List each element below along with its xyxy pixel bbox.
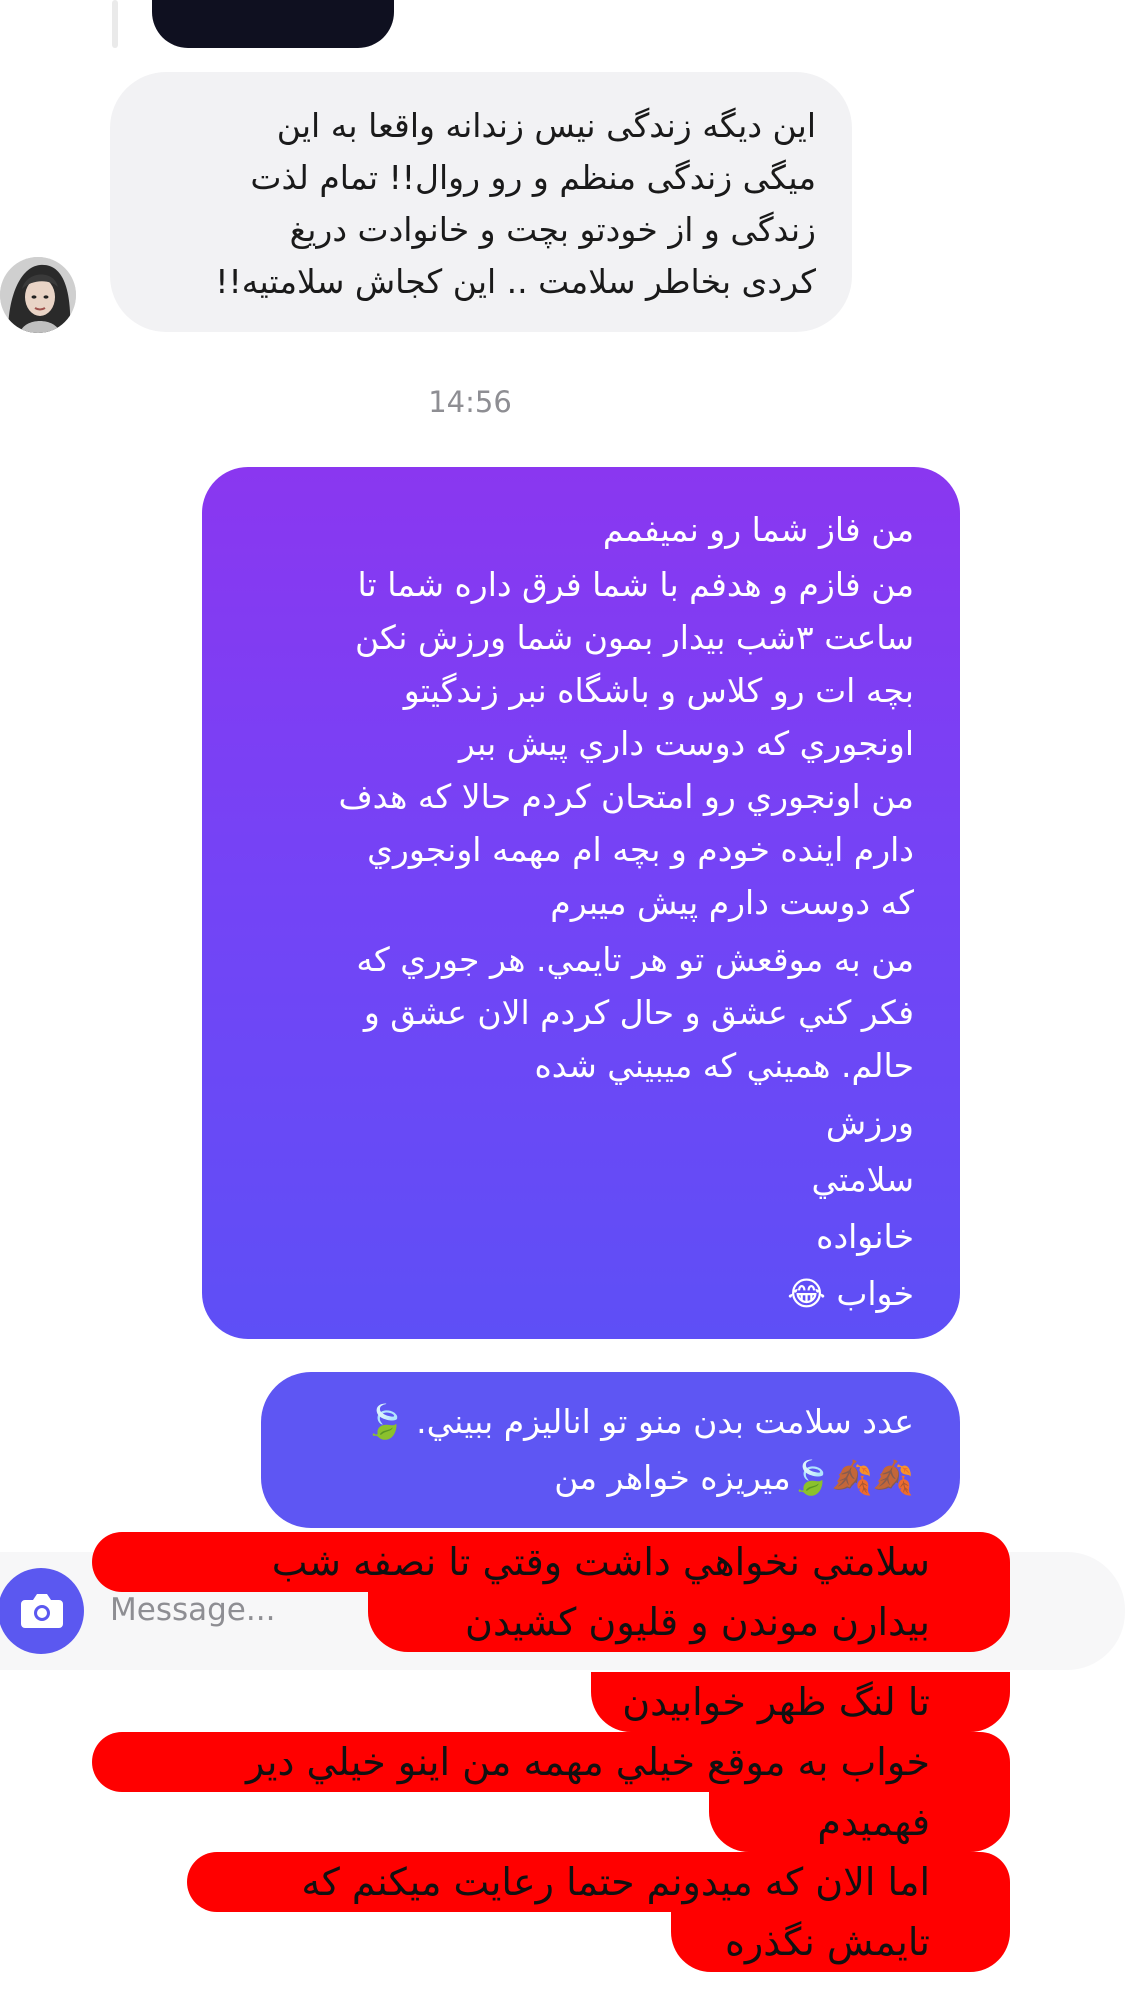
message-paragraph: من به موقعش تو هر تايمي. هر جوري كه فكر … — [356, 940, 914, 1085]
sender-avatar[interactable] — [0, 257, 76, 333]
camera-icon — [21, 1594, 63, 1628]
message-timestamp: 14:56 — [428, 385, 512, 419]
message-list-item: سلامتي — [811, 1160, 914, 1199]
message-paragraph: من فازم و هدفم با شما فرق داره شما تا سا… — [338, 565, 914, 922]
message-list-item: خواب 😂 — [787, 1274, 914, 1313]
red-overlay-line: اما الان كه ميدونم حتما رعايت ميكنم كه — [187, 1852, 1010, 1912]
message-list-item: خانواده — [816, 1217, 914, 1256]
chat-screen: این دیگه زندگی نیس زندانه واقعا به این م… — [0, 0, 1125, 2000]
red-overlay-line: تايمش نگذره — [671, 1912, 1010, 1972]
red-overlay-line: سلامتي نخواهي داشت وقتي تا نصفه شب — [92, 1532, 1010, 1592]
incoming-message-bubble[interactable]: این دیگه زندگی نیس زندانه واقعا به این م… — [110, 72, 852, 332]
message-list-item: ورزش — [825, 1103, 914, 1142]
red-overlay-line: تا لنگ ظهر خوابيدن — [591, 1672, 1010, 1732]
outgoing-message-bubble[interactable]: من فاز شما رو نميفمم من فازم و هدفم با ش… — [202, 467, 960, 1339]
red-overlay-line: خواب به موقع خيلي مهمه من اينو خيلي دير — [92, 1732, 1010, 1792]
red-overlay-line: فهميدم — [709, 1792, 1010, 1852]
outgoing-message-bubble[interactable]: عدد سلامت بدن منو تو اناليزم ببيني. 🍃 🍂🍂… — [261, 1372, 960, 1528]
camera-button[interactable] — [0, 1568, 84, 1654]
reply-thread-line — [112, 0, 118, 48]
avatar-photo-icon — [0, 257, 76, 333]
red-overlay-line: بيدارن موندن و قليون كشيدن — [368, 1592, 1010, 1652]
shared-media-thumbnail[interactable] — [152, 0, 394, 48]
message-paragraph: من فاز شما رو نميفمم — [602, 510, 914, 549]
